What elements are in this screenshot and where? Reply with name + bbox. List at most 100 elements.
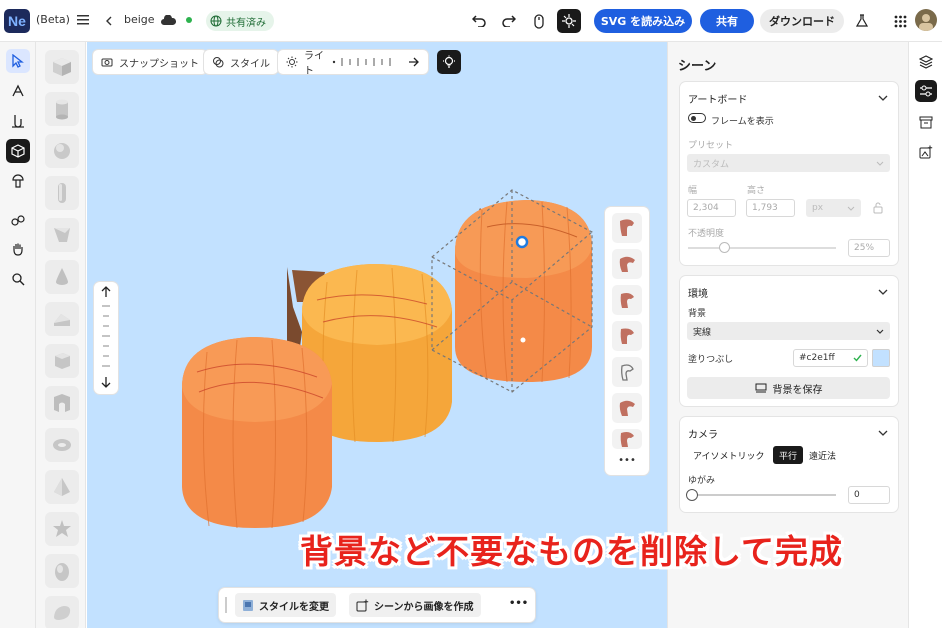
chevron-down-icon[interactable]	[878, 91, 888, 104]
link-tool-icon[interactable]	[6, 209, 30, 233]
select-tool-icon[interactable]	[6, 49, 30, 73]
shared-badge-label: 共有済み	[226, 17, 266, 29]
sphere-shape-icon[interactable]	[45, 134, 79, 168]
redo-icon[interactable]	[500, 12, 518, 30]
zoom-tool-icon[interactable]	[6, 267, 30, 291]
isometric-option[interactable]: アイソメトリック	[688, 446, 770, 464]
variant-thumb-1[interactable]	[612, 213, 642, 243]
cube-shape-icon[interactable]	[45, 50, 79, 84]
change-style-label: スタイルを変更	[259, 601, 329, 613]
mouse-icon[interactable]	[530, 11, 548, 31]
apps-grid-icon[interactable]	[892, 13, 908, 29]
prism-shape-icon[interactable]	[45, 302, 79, 336]
shared-badge[interactable]: 共有済み	[206, 11, 274, 31]
bottom-more-button[interactable]: •••	[509, 598, 528, 609]
fill-color-swatch[interactable]	[872, 349, 890, 367]
chevron-down-icon[interactable]	[878, 426, 888, 439]
change-style-button[interactable]: スタイルを変更	[235, 593, 336, 617]
chevron-down-icon	[876, 161, 884, 166]
archive-icon[interactable]	[916, 112, 936, 132]
width-input[interactable]: 2,304	[687, 199, 736, 217]
egg-shape-icon[interactable]	[45, 554, 79, 588]
distortion-label: ゆがみ	[688, 476, 716, 486]
blob-shape-icon[interactable]	[45, 596, 79, 628]
variants-more-button[interactable]: •••	[605, 455, 649, 466]
generate-image-icon[interactable]	[916, 142, 936, 162]
star-shape-icon[interactable]	[45, 512, 79, 546]
torus-shape-icon[interactable]	[45, 428, 79, 462]
environment-title: 環境	[688, 289, 708, 300]
cylinder-shape-icon[interactable]	[45, 92, 79, 126]
shape-library	[36, 42, 86, 628]
wedge-shape-icon[interactable]	[45, 218, 79, 252]
preset-select[interactable]: カスタム	[687, 154, 890, 172]
beta-label: (Beta)	[36, 13, 70, 26]
variant-thumb-6[interactable]	[612, 393, 642, 423]
save-background-button[interactable]: 背景を保存	[687, 377, 890, 399]
undo-icon[interactable]	[470, 12, 488, 30]
chevron-down-icon	[847, 206, 855, 211]
rounded-box-shape-icon[interactable]	[45, 344, 79, 378]
unit-select[interactable]: px	[806, 199, 861, 217]
capsule-shape-icon[interactable]	[45, 176, 79, 210]
back-chevron-icon[interactable]	[104, 14, 114, 28]
cone-shape-icon[interactable]	[45, 260, 79, 294]
distortion-input[interactable]: 0	[848, 486, 890, 504]
fill-hex-value: #c2e1ff	[799, 353, 835, 363]
pyramid-shape-icon[interactable]	[45, 470, 79, 504]
document-name[interactable]: beige	[124, 13, 155, 26]
pen-tool-icon[interactable]	[6, 79, 30, 103]
properties-sliders-icon[interactable]	[915, 80, 937, 102]
layers-icon[interactable]	[916, 52, 936, 72]
opacity-slider-thumb[interactable]	[719, 242, 730, 253]
parallel-option[interactable]: 平行	[773, 446, 804, 464]
checkmark-icon	[853, 354, 862, 362]
globe-icon	[210, 15, 222, 27]
lock-icon[interactable]	[872, 201, 884, 215]
chevron-down-icon	[876, 329, 884, 334]
fill-label: 塗りつぶし	[688, 355, 734, 365]
distortion-slider-track[interactable]	[688, 494, 836, 496]
flask-icon[interactable]	[854, 12, 870, 30]
show-frame-toggle[interactable]	[688, 113, 706, 123]
opacity-input[interactable]: 25%	[848, 239, 890, 257]
curve-tool-icon[interactable]	[6, 109, 30, 133]
opacity-slider-track[interactable]	[688, 247, 836, 249]
perspective-option[interactable]: 遠近法	[804, 446, 841, 464]
panel-title: シーン	[678, 59, 717, 74]
background-type-select[interactable]: 実線	[687, 322, 890, 340]
user-avatar[interactable]	[915, 9, 937, 31]
3d-object-tool-icon[interactable]	[6, 139, 30, 163]
variant-thumb-7[interactable]	[612, 429, 642, 449]
generative-tool-icon[interactable]	[557, 9, 581, 33]
fill-hex-input[interactable]: #c2e1ff	[793, 349, 868, 367]
pivot-point	[520, 337, 526, 343]
svg-import-button[interactable]: SVG を読み込み	[594, 9, 692, 33]
variant-thumb-4[interactable]	[612, 321, 642, 351]
width-label: 幅	[688, 186, 698, 196]
variant-strip: •••	[605, 207, 649, 475]
create-image-label: シーンから画像を作成	[374, 601, 474, 613]
share-button[interactable]: 共有	[700, 9, 754, 33]
preset-value: カスタム	[693, 159, 730, 170]
download-button[interactable]: ダウンロード	[760, 9, 844, 33]
variant-thumb-5[interactable]	[612, 357, 642, 387]
app-logo[interactable]: Ne	[4, 9, 30, 33]
sync-status-dot	[186, 17, 192, 23]
height-label: 高さ	[747, 186, 766, 196]
drag-handle[interactable]	[225, 597, 227, 613]
image-plus-icon	[356, 599, 369, 612]
variant-thumb-3[interactable]	[612, 285, 642, 315]
distortion-slider-thumb[interactable]	[686, 489, 698, 501]
height-input[interactable]: 1,793	[746, 199, 795, 217]
mushroom-shape-tool-icon[interactable]	[6, 169, 30, 193]
artboard-section: アートボード フレームを表示 プリセット カスタム 幅 高さ 2,304 1,7…	[680, 82, 898, 265]
variant-thumb-2[interactable]	[612, 249, 642, 279]
right-icon-rail	[908, 42, 942, 628]
arch-shape-icon[interactable]	[45, 386, 79, 420]
hamburger-menu-icon[interactable]	[76, 13, 90, 27]
create-image-button[interactable]: シーンから画像を作成	[349, 593, 481, 617]
hand-tool-icon[interactable]	[6, 237, 30, 261]
chevron-down-icon[interactable]	[878, 285, 888, 298]
opacity-label: 不透明度	[688, 229, 725, 239]
